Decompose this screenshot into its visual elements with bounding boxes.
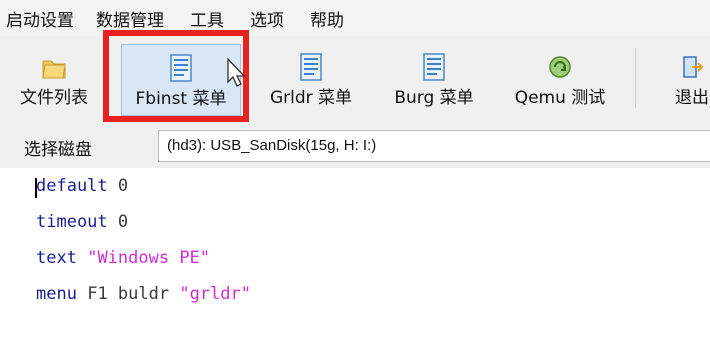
qemu-icon — [547, 52, 573, 82]
code-string: "Windows PE" — [87, 248, 211, 268]
code-line: default 0 — [36, 176, 128, 196]
select-disk-label: 选择磁盘 — [24, 140, 92, 160]
code-value: 0 — [117, 212, 129, 232]
fbinst-menu-label: Fbinst 菜单 — [135, 89, 227, 109]
burg-menu-label: Burg 菜单 — [394, 88, 474, 108]
menu-bar: 启动设置 数据管理 工具 选项 帮助 — [0, 0, 710, 36]
burg-menu-button[interactable]: Burg 菜单 — [382, 44, 486, 116]
qemu-test-button[interactable]: Qemu 测试 — [500, 44, 620, 116]
fbinst-menu-button[interactable]: Fbinst 菜单 — [121, 44, 241, 116]
document-icon — [421, 52, 447, 82]
code-line: timeout 0 — [36, 212, 128, 232]
mouse-pointer-icon — [227, 58, 246, 87]
code-keyword: menu — [36, 284, 77, 304]
qemu-test-label: Qemu 测试 — [514, 88, 606, 108]
file-list-label: 文件列表 — [20, 88, 88, 108]
menu-tools[interactable]: 工具 — [180, 6, 224, 31]
exit-label: 退出 — [675, 88, 709, 108]
folder-icon — [41, 52, 67, 82]
menu-options[interactable]: 选项 — [240, 6, 284, 31]
code-value: 0 — [117, 176, 129, 196]
grldr-menu-button[interactable]: Grldr 菜单 — [258, 44, 364, 116]
menu-data-management[interactable]: 数据管理 — [86, 6, 164, 31]
code-value: F1 buldr — [87, 284, 170, 304]
code-keyword: text — [36, 248, 77, 268]
toolbar: 文件列表 Fbinst 菜单 Grldr 菜单 Burg 菜单 Qemu 测试 … — [0, 36, 710, 125]
code-string: "grldr" — [179, 284, 251, 304]
code-line: text "Windows PE" — [36, 248, 210, 268]
toolbar-separator — [635, 48, 636, 108]
file-list-button[interactable]: 文件列表 — [6, 44, 102, 116]
disk-select-dropdown[interactable]: (hd3): USB_SanDisk(15g, H: I:) — [158, 130, 710, 162]
code-keyword: default — [36, 176, 108, 196]
document-icon — [168, 53, 194, 83]
menu-help[interactable]: 帮助 — [300, 6, 344, 31]
exit-button[interactable]: 退出 — [662, 44, 710, 116]
menu-editor[interactable]: default 0 timeout 0 text "Windows PE" me… — [0, 168, 710, 356]
exit-icon — [679, 52, 705, 82]
document-icon — [298, 52, 324, 82]
menu-boot-settings[interactable]: 启动设置 — [0, 6, 74, 31]
disk-selector-row: 选择磁盘 (hd3): USB_SanDisk(15g, H: I:) — [0, 124, 710, 168]
code-keyword: timeout — [36, 212, 108, 232]
grldr-menu-label: Grldr 菜单 — [269, 88, 353, 108]
code-line: menu F1 buldr "grldr" — [36, 284, 251, 304]
